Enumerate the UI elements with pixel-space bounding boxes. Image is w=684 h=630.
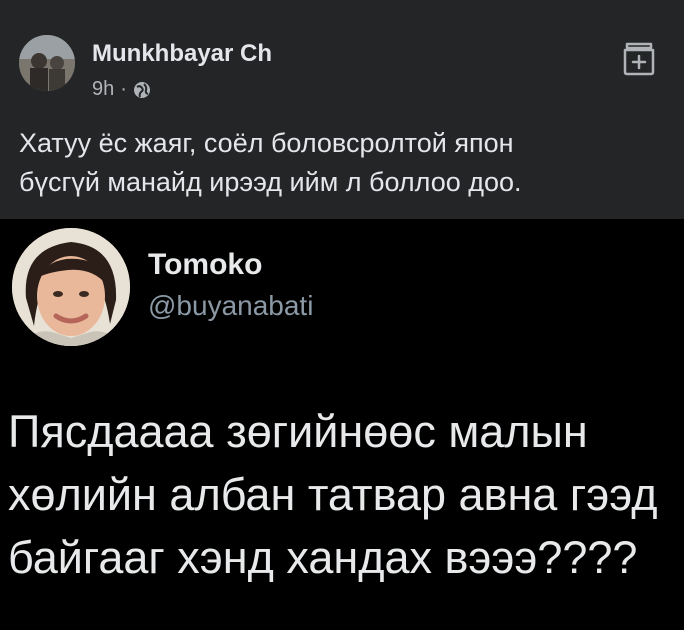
tweet-avatar[interactable] — [12, 228, 130, 346]
tweet-author-name[interactable]: Tomoko — [148, 248, 262, 282]
tweet-handle[interactable]: @buyanabati — [148, 290, 313, 322]
globe-icon[interactable] — [133, 81, 151, 99]
save-post-icon[interactable] — [619, 38, 659, 78]
post-text-line: Хатуу ёс жаяг, соёл боловсролтой япон — [19, 128, 514, 158]
post-time[interactable]: 9h — [92, 78, 114, 101]
tweet-text-line: байгааг хэнд хандах вэээ???? — [8, 532, 638, 583]
tweet-text-line: Пясдаааа зөгийнөөс малын — [8, 406, 588, 457]
author-name[interactable]: Munkhbayar Ch — [92, 40, 272, 68]
post-text: Хатуу ёс жаяг, соёл боловсролтой япон бү… — [19, 124, 659, 202]
post-text-line: бүсгүй манайд ирээд ийм л боллоо доо. — [19, 167, 522, 197]
author-avatar[interactable] — [19, 35, 75, 91]
tweet-text: Пясдаааа зөгийнөөс малын хөлийн албан та… — [8, 400, 684, 589]
meta-separator: · — [120, 78, 127, 100]
facebook-post: Munkhbayar Ch 9h · Хатуу ёс жаяг, соёл б… — [0, 0, 684, 219]
post-meta: 9h · — [92, 78, 151, 101]
tweet-text-line: хөлийн албан татвар авна гээд — [8, 469, 658, 520]
